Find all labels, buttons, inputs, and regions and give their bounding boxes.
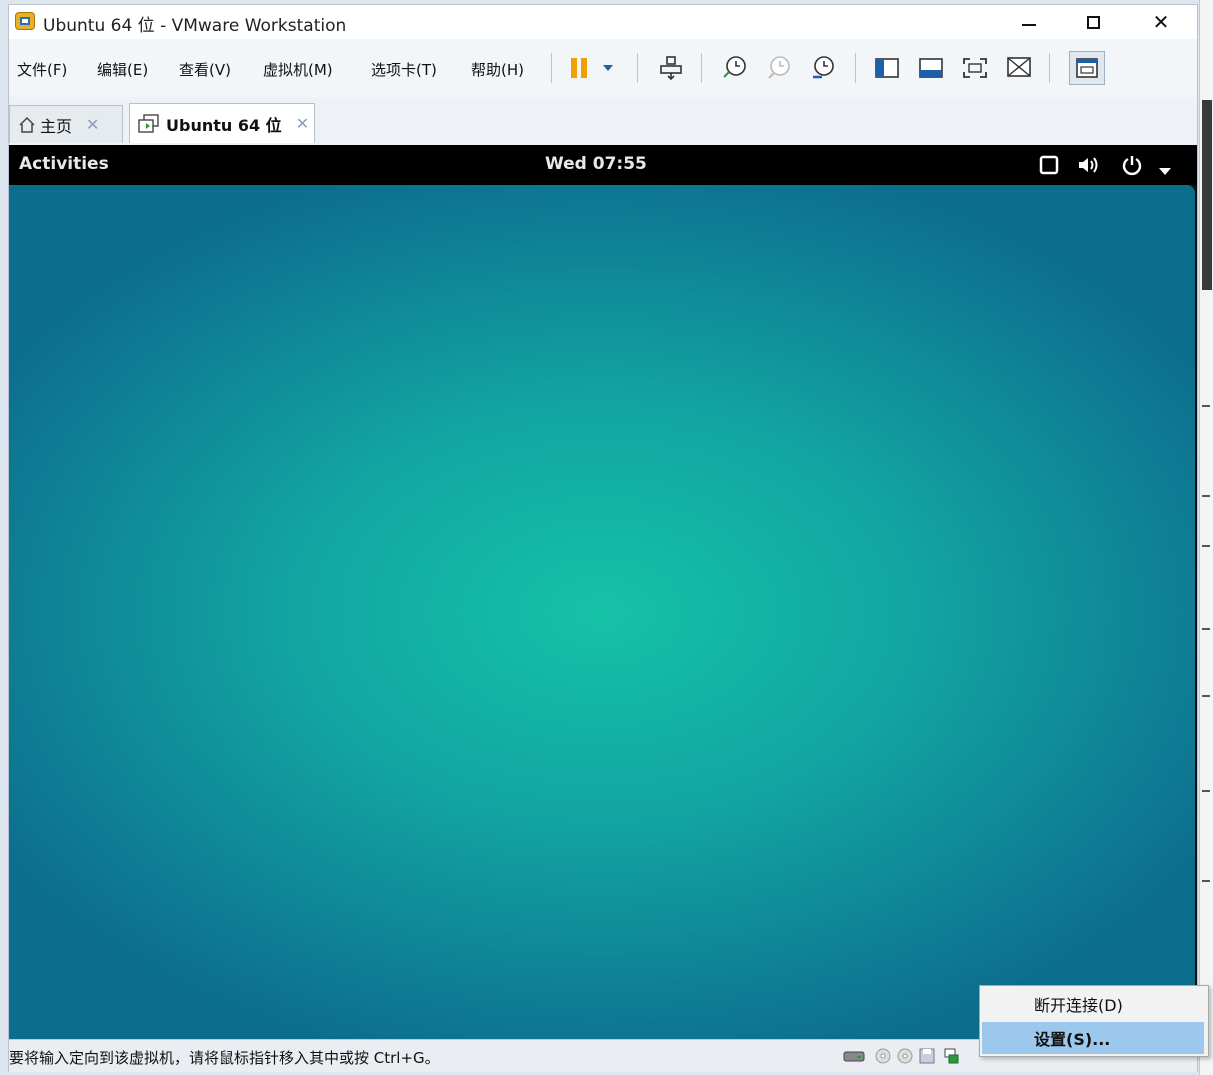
dropdown-icon[interactable]	[599, 55, 617, 81]
window-title: Ubuntu 64 位 - VMware Workstation	[43, 16, 347, 36]
clock[interactable]: Wed 07:55	[545, 154, 647, 174]
cd-dvd-icon[interactable]	[897, 1048, 913, 1064]
minimize-icon	[1022, 24, 1036, 26]
tab-home-label: 主页	[40, 116, 73, 136]
menu-toolbar: 文件(F) 编辑(E) 查看(V) 虚拟机(M) 选项卡(T) 帮助(H)	[9, 39, 1197, 98]
snapshot-manager-icon[interactable]	[809, 55, 837, 81]
tab-close-icon[interactable]: ✕	[296, 114, 309, 133]
power-icon[interactable]	[1121, 154, 1143, 180]
window-icon[interactable]	[1039, 155, 1059, 179]
vmware-app-icon	[15, 12, 35, 30]
chevron-down-icon[interactable]	[1159, 161, 1171, 180]
background-window-edge	[1199, 0, 1213, 1075]
activities-button[interactable]: Activities	[19, 154, 109, 174]
fullscreen-icon[interactable]	[961, 55, 989, 81]
maximize-icon	[1086, 15, 1100, 29]
tab-ubuntu[interactable]: Ubuntu 64 位 ✕	[129, 103, 315, 143]
vmware-window: Ubuntu 64 位 - VMware Workstation ✕ 文件(F)…	[8, 4, 1209, 1072]
context-menu: 断开连接(D) 设置(S)...	[979, 985, 1209, 1057]
unity-icon[interactable]	[1005, 55, 1033, 81]
tab-close-icon[interactable]: ✕	[86, 115, 99, 134]
menu-tabs[interactable]: 选项卡(T)	[371, 59, 437, 80]
send-ctrl-alt-del-icon[interactable]	[657, 55, 685, 81]
tab-home[interactable]: 主页 ✕	[9, 105, 123, 143]
close-icon: ✕	[1152, 10, 1170, 34]
tab-ubuntu-label: Ubuntu 64 位	[166, 115, 282, 135]
menu-help[interactable]: 帮助(H)	[471, 59, 524, 80]
close-button[interactable]: ✕	[1131, 5, 1191, 39]
menu-view[interactable]: 查看(V)	[179, 59, 231, 80]
gnome-top-bar: Activities Wed 07:55	[9, 145, 1197, 185]
menu-file[interactable]: 文件(F)	[17, 59, 67, 80]
menu-item-settings-label: 设置(S)...	[1034, 1030, 1111, 1049]
status-message: 要将输入定向到该虚拟机，请将鼠标指针移入其中或按 Ctrl+G。	[9, 1049, 440, 1067]
library-view-icon[interactable]	[873, 55, 901, 81]
pause-icon[interactable]	[565, 55, 593, 81]
menu-item-disconnect-label: 断开连接(D)	[1034, 996, 1123, 1015]
minimize-button[interactable]	[999, 5, 1059, 39]
hard-disk-icon[interactable]	[843, 1048, 865, 1064]
snapshot-take-icon[interactable]	[721, 55, 749, 81]
home-icon	[19, 116, 35, 133]
maximize-button[interactable]	[1063, 5, 1123, 39]
guest-display[interactable]: Activities Wed 07:55	[9, 145, 1197, 1039]
menu-edit[interactable]: 编辑(E)	[97, 59, 148, 80]
volume-icon[interactable]	[1077, 155, 1101, 179]
menu-vm[interactable]: 虚拟机(M)	[263, 59, 333, 80]
cd-dvd-icon[interactable]	[875, 1048, 891, 1064]
floppy-icon[interactable]	[919, 1048, 935, 1064]
title-bar[interactable]: Ubuntu 64 位 - VMware Workstation ✕	[9, 5, 1197, 39]
tab-bar: 主页 ✕ Ubuntu 64 位 ✕	[9, 97, 1197, 146]
menu-item-disconnect[interactable]: 断开连接(D)	[982, 988, 1204, 1020]
snapshot-revert-icon	[765, 55, 793, 81]
vm-icon	[138, 113, 159, 133]
console-view-icon[interactable]	[917, 55, 945, 81]
thumbnail-icon[interactable]	[1069, 51, 1105, 85]
menu-item-settings[interactable]: 设置(S)...	[982, 1022, 1204, 1054]
network-adapter-icon[interactable]	[943, 1048, 959, 1064]
desktop-wallpaper[interactable]	[9, 185, 1195, 1039]
